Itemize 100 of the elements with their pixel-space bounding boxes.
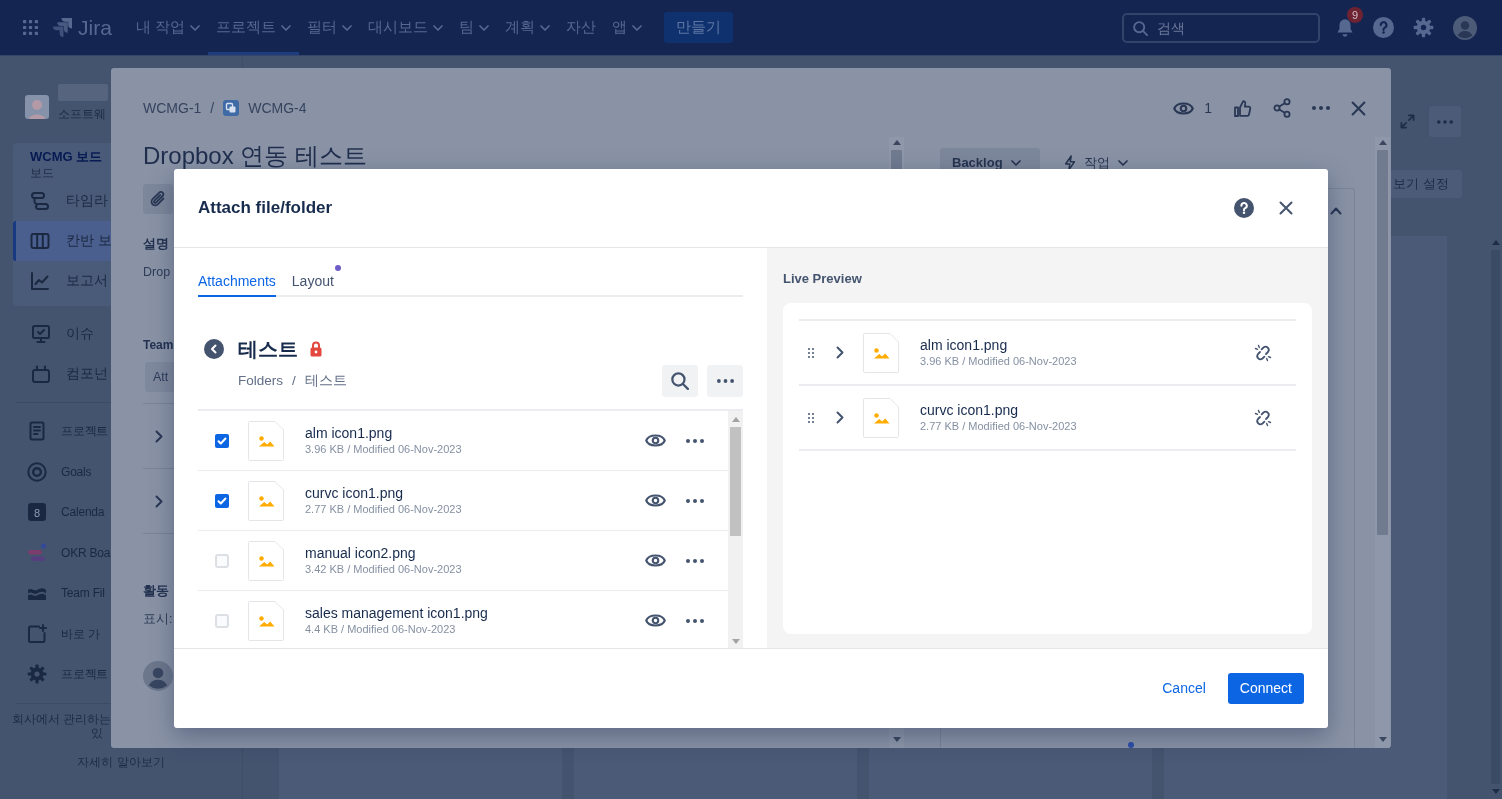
scroll-up-arrow-icon[interactable] [731, 417, 740, 422]
breadcrumb-link[interactable]: WCMG-4 [248, 97, 307, 119]
tab[interactable]: Attachments [198, 265, 276, 297]
logo-link[interactable]: Jira [53, 11, 112, 44]
file-name: alm icon1.png [920, 336, 1008, 354]
image-file-icon [863, 332, 899, 373]
eye-icon[interactable] [1173, 101, 1195, 115]
file-name: alm icon1.png [305, 424, 393, 442]
filter-label: 표시: [143, 611, 173, 627]
scrollbar-thumb[interactable] [1377, 150, 1388, 535]
image-file-icon [863, 397, 899, 438]
checkbox[interactable] [215, 553, 229, 568]
more-icon[interactable] [686, 438, 704, 443]
settings-icon[interactable] [1413, 17, 1434, 38]
checkbox[interactable] [215, 433, 229, 448]
eye-icon[interactable] [645, 554, 666, 567]
apps-grid-icon[interactable] [23, 20, 38, 35]
section-label: Team [143, 337, 174, 353]
paperclip-icon [150, 190, 166, 208]
breadcrumb-separator: / [210, 98, 215, 118]
eye-icon[interactable] [645, 434, 666, 447]
nav-menu-item[interactable]: 대시보드 [359, 0, 451, 55]
chevron-right-icon[interactable] [155, 494, 163, 508]
logo-icon [53, 18, 72, 37]
search-icon [1133, 20, 1148, 36]
tab[interactable]: Layout [291, 265, 334, 297]
eye-icon[interactable] [645, 494, 666, 507]
attachments-button[interactable]: Att [145, 362, 174, 392]
more-button[interactable] [707, 365, 743, 397]
timeline-icon [30, 191, 50, 211]
search-field[interactable]: 검색 [1122, 12, 1320, 43]
colored-bars-icon [27, 542, 47, 563]
bell-icon[interactable] [1336, 17, 1354, 38]
more-icon[interactable] [686, 558, 704, 563]
more-icon[interactable] [686, 618, 704, 623]
avatar-icon[interactable] [1453, 15, 1477, 40]
scrollbar-thumb[interactable] [730, 427, 741, 536]
nav-menu-item[interactable]: 내 작업 [127, 0, 208, 55]
section-label: 설명 [143, 236, 169, 252]
dialog-title: Attach file/folder [198, 197, 333, 220]
attach-button[interactable] [143, 184, 173, 214]
board-columns-icon [30, 231, 50, 251]
breadcrumb-link[interactable]: 테스트 [304, 372, 347, 390]
chevron-right-icon[interactable] [836, 411, 844, 424]
back-icon[interactable] [204, 339, 224, 359]
box-icon [31, 364, 51, 384]
nav-menu-item[interactable]: 프로젝트 [207, 0, 299, 55]
scroll-down-arrow-icon[interactable] [1378, 737, 1387, 742]
more-icon[interactable] [1312, 106, 1330, 110]
add-page-icon [27, 623, 47, 644]
watcher-count: 1 [1204, 98, 1212, 118]
sidebar-item[interactable]: 칸반 보 [13, 221, 111, 261]
connect-button[interactable]: Connect [1227, 673, 1304, 704]
search-button[interactable] [662, 365, 698, 397]
file-details: 2.77 KB / Modified 06-Nov-2023 [920, 419, 1077, 434]
scroll-up-arrow-icon[interactable] [1378, 140, 1387, 145]
checkbox[interactable] [215, 493, 229, 508]
create-button[interactable]: 만들기 [663, 12, 733, 43]
image-file-icon [248, 480, 284, 521]
preview-title: Live Preview [783, 271, 862, 287]
file-name: sales management icon1.png [305, 604, 488, 622]
file-name: curvc icon1.png [920, 401, 1019, 419]
help-icon[interactable] [1234, 198, 1254, 218]
cancel-link[interactable]: Cancel [1162, 678, 1206, 699]
scroll-down-arrow-icon[interactable] [892, 737, 901, 742]
nav-menu-item[interactable]: 자산 [557, 0, 604, 55]
board-name[interactable]: WCMG 보드 [13, 149, 111, 165]
breadcrumb-link[interactable]: Folders [238, 372, 283, 390]
thumbs-up-icon[interactable] [1233, 98, 1252, 118]
drag-handle-icon[interactable] [808, 347, 814, 358]
file-name: manual icon2.png [305, 544, 416, 562]
monitor-icon [31, 324, 51, 344]
scrollbar[interactable] [728, 411, 743, 648]
nav-menu-item[interactable]: 계획 [496, 0, 558, 55]
unlink-icon[interactable] [1254, 343, 1272, 362]
avatar-icon [143, 661, 173, 691]
chevron-up-icon[interactable] [1330, 207, 1342, 215]
file-name: curvc icon1.png [305, 484, 404, 502]
share-icon[interactable] [1273, 98, 1291, 118]
close-icon[interactable] [1279, 201, 1293, 215]
action-button[interactable]: 작업 [1064, 153, 1128, 173]
drag-handle-icon[interactable] [808, 412, 814, 423]
image-file-icon [248, 420, 284, 461]
scroll-down-arrow-icon[interactable] [731, 639, 740, 644]
nav-menu-item[interactable]: 앱 [603, 0, 650, 55]
nav-menu-item[interactable]: 필터 [298, 0, 360, 55]
eye-icon[interactable] [645, 614, 666, 627]
breadcrumb-link[interactable]: WCMG-1 [143, 97, 202, 119]
checkbox[interactable] [215, 613, 229, 628]
file-details: 3.96 KB / Modified 06-Nov-2023 [920, 354, 1077, 369]
indicator-dot-icon [1127, 742, 1134, 748]
close-icon[interactable] [1351, 100, 1366, 116]
target-icon [27, 461, 47, 482]
scroll-up-arrow-icon[interactable] [892, 140, 901, 145]
chevron-right-icon[interactable] [155, 429, 163, 443]
chevron-right-icon[interactable] [836, 346, 844, 359]
scrollbar[interactable] [1375, 137, 1390, 748]
nav-menu-item[interactable]: 팀 [450, 0, 497, 55]
more-icon[interactable] [686, 498, 704, 503]
unlink-icon[interactable] [1254, 408, 1272, 427]
